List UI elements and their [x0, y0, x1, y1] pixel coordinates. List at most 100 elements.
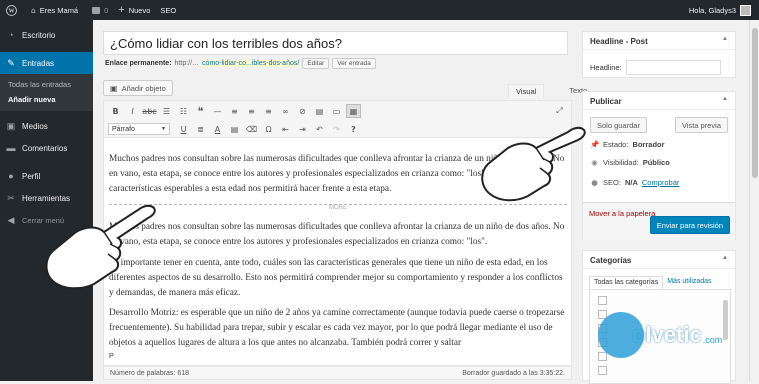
sidebar-item-comentarios[interactable]: ▬ Comentarios	[0, 137, 93, 159]
post-title-input[interactable]: ¿Cómo lidiar con los terribles dos años?	[103, 31, 568, 55]
my-account-link[interactable]: Hola, Gladys3	[689, 0, 751, 20]
numbered-list-icon[interactable]: ☷	[176, 104, 191, 118]
category-tabs: Todas las categorías Más utilizadas	[589, 276, 716, 289]
collapse-triangle-icon[interactable]: ▲	[722, 255, 728, 261]
postbox-header[interactable]: Headline - Post ▲	[583, 32, 735, 50]
postbox-header[interactable]: Categorías ▲	[583, 251, 735, 269]
redo-icon[interactable]: ↷	[329, 122, 344, 136]
sidebar-item-label: Escritorio	[22, 30, 56, 40]
tab-visual[interactable]: Visual	[508, 84, 545, 98]
status-label: Estado:	[603, 140, 629, 149]
underline-icon[interactable]: U	[176, 122, 191, 136]
svg-text:W: W	[8, 8, 14, 14]
align-center-icon[interactable]: ≡	[244, 104, 259, 118]
category-checkbox[interactable]	[598, 296, 607, 305]
post-status-row: 📌 Estado: Borrador	[590, 140, 665, 149]
undo-icon[interactable]: ↶	[312, 122, 327, 136]
horizontal-line-icon[interactable]: —	[210, 104, 225, 118]
align-left-icon[interactable]: ≡	[227, 104, 242, 118]
new-label: Nuevo	[128, 5, 151, 15]
greeting: Hola, Gladys3	[688, 5, 736, 15]
headline-label: Headline:	[590, 63, 622, 72]
visibility-value: Público	[642, 158, 670, 167]
collapse-triangle-icon[interactable]: ▲	[722, 36, 728, 42]
help-icon[interactable]: ?	[346, 122, 361, 136]
submenu-item-add-new[interactable]: Añadir nueva	[0, 92, 93, 107]
headline-input[interactable]	[625, 60, 721, 75]
outdent-icon[interactable]: ⇤	[278, 122, 293, 136]
seo-label: SEO	[160, 5, 177, 15]
tab-most-used[interactable]: Más utilizadas	[663, 276, 715, 289]
solvetic-watermark: olvetic .com	[598, 312, 722, 358]
bullet-list-icon[interactable]: ☰	[159, 104, 174, 118]
move-to-trash-link[interactable]: Mover a la papelera	[589, 209, 655, 218]
link-icon[interactable]: ∞	[278, 104, 293, 118]
postbox-header[interactable]: Publicar ▲	[583, 92, 735, 110]
category-scrollbar[interactable]	[723, 300, 728, 340]
wordpress-logo-icon[interactable]: W	[6, 4, 17, 16]
permalink-slug[interactable]: cómo-lidiar-co...ibles-dos-años/	[202, 59, 300, 67]
strikethrough-icon[interactable]: abc	[142, 104, 157, 118]
element-path[interactable]: P	[109, 353, 114, 360]
publish-postbox: Publicar ▲ Solo guardar Vista previa 📌 E…	[582, 91, 736, 240]
category-checkbox[interactable]	[598, 366, 607, 375]
sidebar-item-perfil[interactable]: ● Perfil	[0, 165, 93, 187]
seo-status-dot-icon: ●	[591, 178, 598, 187]
postbox-title: Categorías	[590, 256, 632, 265]
fullscreen-icon[interactable]: ▭	[329, 104, 344, 118]
add-media-button[interactable]: ▣ Añadir objeto	[103, 80, 173, 96]
sidebar-item-escritorio[interactable]: ◔ Escritorio	[0, 24, 93, 46]
clear-formatting-icon[interactable]: ⌫	[244, 122, 259, 136]
headline-postbox: Headline - Post ▲ Headline:	[582, 31, 736, 78]
align-right-icon[interactable]: ≡	[261, 104, 276, 118]
view-post-button[interactable]: Ver entrada	[332, 57, 376, 69]
blockquote-icon[interactable]: ❝	[193, 104, 208, 118]
user-icon: ●	[8, 171, 14, 181]
editor-status-bar: Número de palabras: 618 Borrador guardad…	[103, 366, 572, 380]
bold-icon[interactable]: B	[108, 104, 123, 118]
solvetic-logo-icon	[598, 312, 644, 358]
sidebar-item-entradas[interactable]: ✎ Entradas	[0, 52, 93, 74]
italic-icon[interactable]: I	[125, 104, 140, 118]
collapse-triangle-icon[interactable]: ▲	[722, 96, 728, 102]
edit-permalink-button[interactable]: Editar	[302, 57, 330, 69]
scrollbar-thumb[interactable]	[752, 28, 758, 178]
submenu-item-all-posts[interactable]: Todas las entradas	[0, 77, 93, 92]
more-label: MORE	[325, 205, 351, 211]
postbox-title: Publicar	[590, 97, 622, 106]
paste-text-icon[interactable]: ▤	[227, 122, 242, 136]
seo-check-link[interactable]: Comprobar	[642, 178, 680, 187]
distraction-free-icon[interactable]: ⤢	[552, 104, 567, 118]
seo-menu-link[interactable]: SEO	[160, 6, 176, 15]
tab-all-categories[interactable]: Todas las categorías	[589, 276, 664, 289]
indent-icon[interactable]: ⇥	[295, 122, 310, 136]
preview-button[interactable]: Vista previa	[674, 117, 728, 133]
save-draft-button[interactable]: Solo guardar	[590, 117, 647, 133]
new-content-link[interactable]: + Nuevo	[118, 4, 150, 16]
sidebar-item-label: Medios	[22, 121, 48, 131]
content-paragraph: Es importante tener en cuenta, ante todo…	[109, 258, 563, 298]
format-select[interactable]: Párrafo ▼	[108, 123, 170, 135]
media-icon: ▣	[110, 83, 118, 93]
page-scrollbar[interactable]	[749, 20, 759, 381]
submit-for-review-button[interactable]: Enviar para revisión	[649, 216, 730, 234]
toolbar-toggle-icon[interactable]: ▦	[346, 104, 361, 118]
content-paragraph: Muchos padres nos consultan sobre las nu…	[109, 222, 565, 247]
editor-path-bar: P	[103, 352, 572, 366]
insert-more-icon[interactable]: ▤	[312, 104, 327, 118]
seo-value: N/A	[624, 178, 638, 187]
comments-count: 0	[104, 5, 109, 15]
special-character-icon[interactable]: Ω	[261, 122, 276, 136]
pin-icon: 📌	[590, 140, 600, 149]
seo-row: ● SEO: N/A Comprobar	[590, 178, 679, 187]
text-color-icon[interactable]: A	[210, 122, 225, 136]
permalink-row: Enlace permanente: http://… cómo-lidiar-…	[105, 56, 376, 70]
comments-link[interactable]: 0	[92, 6, 108, 15]
comments-icon: ▬	[6, 143, 16, 153]
visibility-label: Visibilidad:	[603, 158, 639, 167]
justify-icon[interactable]: ≣	[193, 122, 208, 136]
site-name-link[interactable]: ⌂ Eres Mamá	[31, 6, 78, 15]
content-paragraph: Desarrollo Motriz: es esperable que un n…	[109, 308, 565, 348]
unlink-icon[interactable]: ⊘	[295, 104, 310, 118]
sidebar-item-medios[interactable]: ▣ Medios	[0, 115, 93, 137]
